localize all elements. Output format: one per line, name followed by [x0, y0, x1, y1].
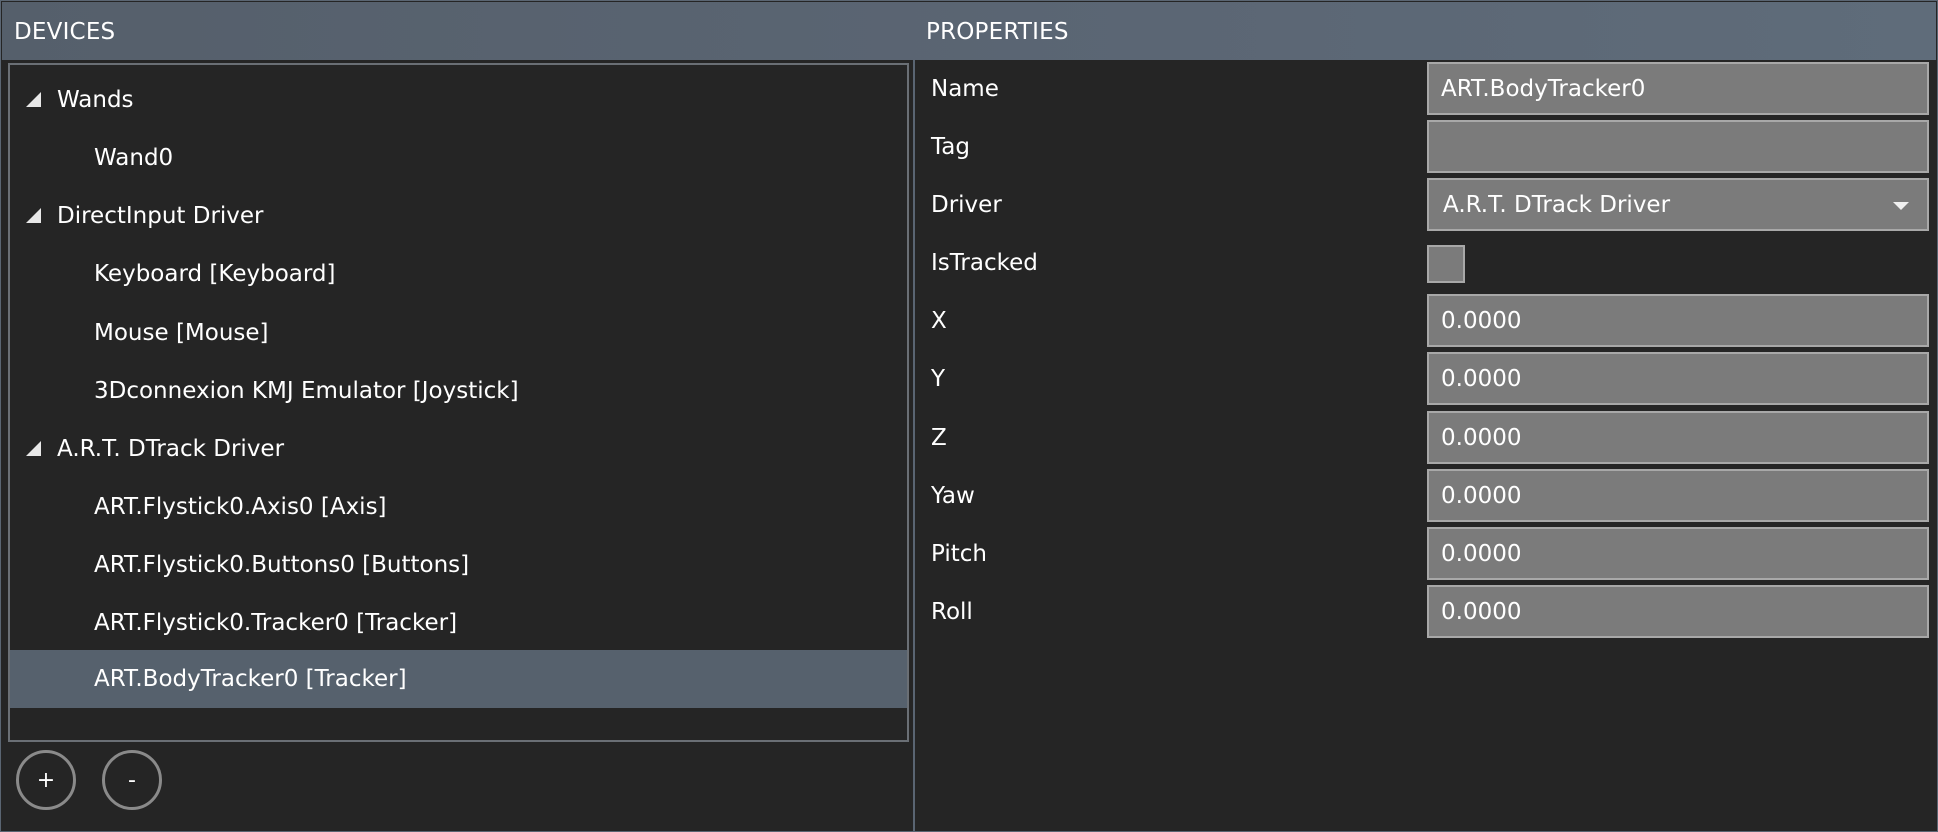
properties-header: PROPERTIES	[926, 19, 1069, 45]
prop-row-pitch: Pitch 0.0000	[916, 525, 1937, 583]
yaw-field[interactable]: 0.0000	[1427, 469, 1929, 522]
devices-tree[interactable]: Wands Wand0 DirectInput Driver Keyboard …	[8, 63, 909, 742]
expand-triangle-icon[interactable]	[26, 440, 41, 456]
prop-label-tag: Tag	[931, 134, 970, 160]
prop-label-y: Y	[931, 366, 946, 392]
prop-row-yaw: Yaw 0.0000	[916, 467, 1937, 525]
tree-item-label: Keyboard [Keyboard]	[94, 261, 336, 287]
istracked-checkbox[interactable]	[1427, 245, 1465, 283]
tree-group-wands[interactable]: Wands	[10, 71, 907, 129]
chevron-down-icon[interactable]	[1893, 202, 1909, 210]
expand-triangle-icon[interactable]	[26, 207, 41, 223]
prop-row-x: X 0.0000	[916, 292, 1937, 350]
tree-item-label: Mouse [Mouse]	[94, 320, 269, 346]
prop-row-tag: Tag	[916, 118, 1937, 176]
prop-row-driver: Driver A.R.T. DTrack Driver	[916, 176, 1937, 234]
name-field[interactable]: ART.BodyTracker0	[1427, 62, 1929, 115]
tree-item-label: ART.Flystick0.Tracker0 [Tracker]	[94, 610, 458, 636]
tree-item-label: Wand0	[94, 145, 174, 171]
tree-item-mouse[interactable]: Mouse [Mouse]	[10, 304, 907, 362]
prop-row-istracked: IsTracked	[916, 234, 1937, 292]
device-manager-window: DEVICES PROPERTIES Wands Wand0 DirectInp…	[0, 0, 1938, 832]
prop-label-roll: Roll	[931, 599, 973, 625]
prop-label-x: X	[931, 308, 947, 334]
tree-item-kmj-emulator[interactable]: 3Dconnexion KMJ Emulator [Joystick]	[10, 362, 907, 420]
roll-field[interactable]: 0.0000	[1427, 585, 1929, 638]
tree-item-flystick-axis[interactable]: ART.Flystick0.Axis0 [Axis]	[10, 478, 907, 536]
tree-item-flystick-buttons[interactable]: ART.Flystick0.Buttons0 [Buttons]	[10, 536, 907, 594]
tree-group-label: DirectInput Driver	[57, 203, 264, 229]
tree-item-label: ART.Flystick0.Axis0 [Axis]	[94, 494, 387, 520]
tree-group-label: Wands	[57, 87, 134, 113]
add-device-button[interactable]: +	[16, 750, 76, 810]
tree-item-label: 3Dconnexion KMJ Emulator [Joystick]	[94, 378, 519, 404]
devices-header: DEVICES	[14, 19, 116, 45]
tree-group-label: A.R.T. DTrack Driver	[57, 436, 285, 462]
pitch-field[interactable]: 0.0000	[1427, 527, 1929, 580]
prop-label-z: Z	[931, 425, 947, 451]
tag-field[interactable]	[1427, 120, 1929, 173]
header-bar: DEVICES PROPERTIES	[2, 2, 1936, 60]
z-field[interactable]: 0.0000	[1427, 411, 1929, 464]
tree-item-label: ART.Flystick0.Buttons0 [Buttons]	[94, 552, 470, 578]
tree-group-directinput-driver[interactable]: DirectInput Driver	[10, 187, 907, 245]
x-field[interactable]: 0.0000	[1427, 294, 1929, 347]
prop-label-name: Name	[931, 76, 999, 102]
properties-panel: Name ART.BodyTracker0 Tag Driver A.R.T. …	[916, 60, 1937, 831]
tree-item-flystick-tracker[interactable]: ART.Flystick0.Tracker0 [Tracker]	[10, 594, 907, 652]
expand-triangle-icon[interactable]	[26, 91, 41, 107]
prop-label-driver: Driver	[931, 192, 1002, 218]
y-field[interactable]: 0.0000	[1427, 352, 1929, 405]
tree-item-label: ART.BodyTracker0 [Tracker]	[94, 666, 407, 692]
tree-item-bodytracker[interactable]: ART.BodyTracker0 [Tracker]	[10, 650, 907, 708]
driver-dropdown-value: A.R.T. DTrack Driver	[1443, 191, 1671, 218]
remove-device-button[interactable]: -	[102, 750, 162, 810]
prop-row-name: Name ART.BodyTracker0	[916, 60, 1937, 118]
prop-row-y: Y 0.0000	[916, 350, 1937, 408]
devices-panel: Wands Wand0 DirectInput Driver Keyboard …	[2, 60, 915, 831]
tree-item-keyboard[interactable]: Keyboard [Keyboard]	[10, 245, 907, 303]
tree-item-wand0[interactable]: Wand0	[10, 129, 907, 187]
prop-row-roll: Roll 0.0000	[916, 583, 1937, 641]
prop-row-z: Z 0.0000	[916, 409, 1937, 467]
tree-group-art-dtrack-driver[interactable]: A.R.T. DTrack Driver	[10, 420, 907, 478]
driver-dropdown[interactable]: A.R.T. DTrack Driver	[1427, 178, 1929, 231]
prop-label-istracked: IsTracked	[931, 250, 1038, 276]
prop-label-pitch: Pitch	[931, 541, 987, 567]
prop-label-yaw: Yaw	[931, 483, 975, 509]
